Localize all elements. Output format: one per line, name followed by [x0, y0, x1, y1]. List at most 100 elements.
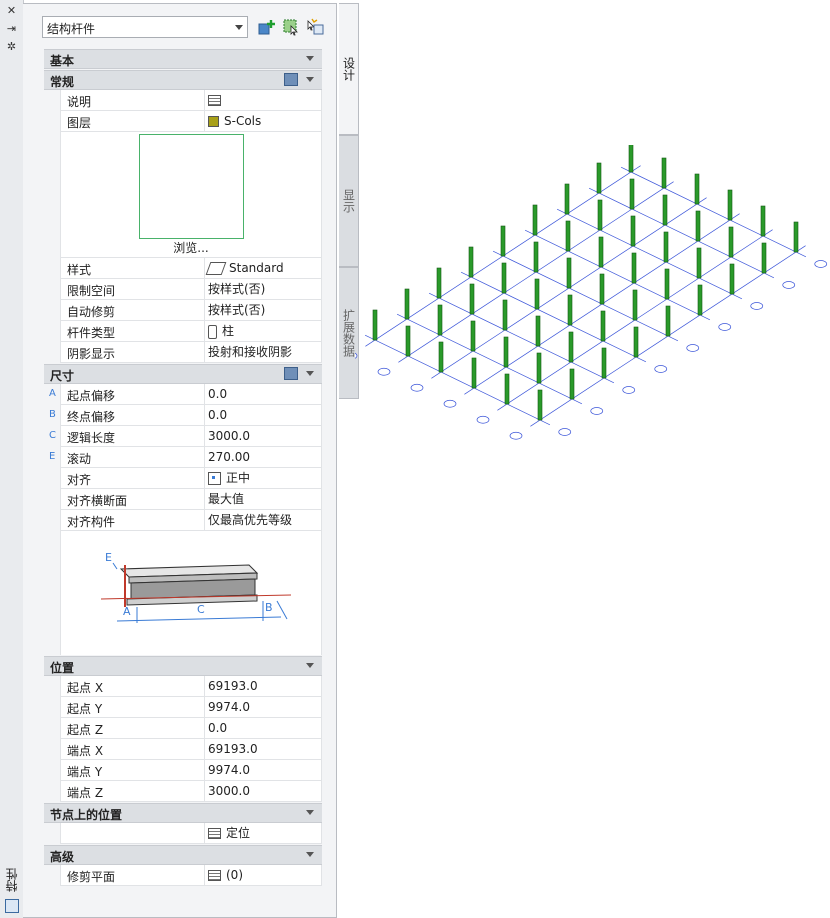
grid-line[interactable]: [588, 187, 775, 279]
grid-line[interactable]: [492, 250, 679, 342]
prop-justify-section[interactable]: 对齐横断面 最大值: [60, 489, 322, 510]
grid-bubble[interactable]: [718, 323, 732, 331]
grid-bubble[interactable]: [476, 415, 490, 424]
prop-roll[interactable]: E 滚动 270.00: [49, 447, 322, 468]
grid-bubble[interactable]: [750, 302, 764, 310]
grid-bubble[interactable]: [686, 344, 700, 352]
column-member[interactable]: [533, 241, 539, 273]
column-member[interactable]: [568, 331, 574, 363]
column-member[interactable]: [536, 352, 542, 384]
section-basic[interactable]: 基本: [44, 49, 322, 69]
prop-value[interactable]: (0): [204, 865, 243, 885]
column-member[interactable]: [567, 294, 573, 326]
prop-bound-spaces[interactable]: 限制空间 按样式(否): [60, 279, 322, 300]
grid-line[interactable]: [396, 313, 583, 405]
browse-link[interactable]: 浏览...: [61, 239, 321, 256]
grid-bubble[interactable]: [377, 367, 391, 376]
prop-start-y[interactable]: 起点 Y 9974.0: [60, 697, 322, 718]
prop-shadow[interactable]: 阴影显示 投射和接收阴影: [60, 342, 322, 363]
collapse-icon[interactable]: [306, 56, 314, 61]
column-member[interactable]: [761, 242, 767, 274]
column-member[interactable]: [662, 194, 668, 226]
column-member[interactable]: [760, 205, 766, 237]
prop-start-x[interactable]: 起点 X 69193.0: [60, 676, 322, 697]
column-member[interactable]: [695, 210, 701, 242]
column-member[interactable]: [696, 247, 702, 279]
column-member[interactable]: [502, 299, 508, 331]
grid-bubble[interactable]: [782, 281, 796, 289]
column-member[interactable]: [569, 368, 575, 400]
prop-value[interactable]: 柱: [204, 321, 234, 341]
prop-value[interactable]: 69193.0: [204, 676, 258, 696]
grid-bubble[interactable]: [509, 431, 523, 440]
grid-bubble[interactable]: [410, 383, 424, 392]
prop-end-y[interactable]: 端点 Y 9974.0: [60, 760, 322, 781]
prop-value[interactable]: 按样式(否): [204, 300, 265, 320]
prop-value[interactable]: 9974.0: [204, 697, 250, 717]
quick-properties-icon[interactable]: [284, 73, 298, 86]
column-member[interactable]: [504, 373, 510, 405]
grid-bubble[interactable]: [590, 407, 604, 415]
collapse-icon[interactable]: [306, 663, 314, 668]
table-icon[interactable]: [208, 870, 221, 881]
model-space-drawing[interactable]: [355, 145, 830, 450]
column-member[interactable]: [793, 221, 799, 253]
prop-value[interactable]: S-Cols: [204, 111, 261, 131]
column-member[interactable]: [631, 252, 637, 284]
prop-value[interactable]: 69193.0: [204, 739, 258, 759]
column-member[interactable]: [404, 288, 410, 320]
column-member[interactable]: [599, 273, 605, 305]
column-member[interactable]: [468, 246, 474, 278]
column-member[interactable]: [596, 162, 602, 194]
prop-value[interactable]: 9974.0: [204, 760, 250, 780]
column-member[interactable]: [661, 157, 667, 189]
column-member[interactable]: [598, 236, 604, 268]
column-member[interactable]: [469, 283, 475, 315]
column-member[interactable]: [438, 341, 444, 373]
prop-start-offset[interactable]: A 起点偏移 0.0: [49, 384, 322, 405]
column-member[interactable]: [665, 305, 671, 337]
collapse-icon[interactable]: [306, 852, 314, 857]
collapse-icon[interactable]: [306, 77, 314, 82]
table-icon[interactable]: [208, 95, 221, 106]
grid-line[interactable]: [364, 334, 551, 426]
object-type-select[interactable]: 结构杆件: [42, 16, 248, 38]
grid-line[interactable]: [428, 292, 615, 384]
section-location[interactable]: 位置: [44, 656, 322, 676]
prop-layer[interactable]: 图层 S-Cols: [60, 111, 322, 132]
grid-bubble[interactable]: [622, 386, 636, 394]
column-member[interactable]: [537, 389, 543, 421]
section-location-on-node[interactable]: 节点上的位置: [44, 803, 322, 823]
prop-member-type[interactable]: 杆件类型 柱: [60, 321, 322, 342]
close-icon[interactable]: ✕: [4, 4, 19, 18]
prop-start-z[interactable]: 起点 Z 0.0: [60, 718, 322, 739]
column-member[interactable]: [470, 320, 476, 352]
prop-logical-length[interactable]: C 逻辑长度 3000.0: [49, 426, 322, 447]
column-member[interactable]: [500, 225, 506, 257]
column-member[interactable]: [501, 262, 507, 294]
prop-style[interactable]: 样式 Standard: [60, 258, 322, 279]
collapse-icon[interactable]: [306, 371, 314, 376]
select-objects-icon[interactable]: [282, 18, 300, 36]
column-member[interactable]: [564, 183, 570, 215]
column-member[interactable]: [566, 257, 572, 289]
column-member[interactable]: [728, 226, 734, 258]
column-member[interactable]: [632, 289, 638, 321]
prop-value[interactable]: 270.00: [204, 447, 250, 467]
prop-value[interactable]: 0.0: [204, 405, 227, 425]
table-icon[interactable]: [208, 828, 221, 839]
column-member[interactable]: [600, 310, 606, 342]
grid-bubble[interactable]: [654, 365, 668, 373]
grid-line[interactable]: [620, 166, 807, 258]
column-member[interactable]: [534, 278, 540, 310]
prop-trim-planes[interactable]: 修剪平面 (0): [60, 865, 322, 886]
section-general[interactable]: 常规: [44, 70, 322, 90]
grid-line[interactable]: [460, 271, 647, 363]
grid-line[interactable]: [556, 208, 743, 300]
quick-properties-icon[interactable]: [284, 367, 298, 380]
properties-menu-icon[interactable]: ✲: [4, 40, 19, 54]
prop-value[interactable]: 0.0: [204, 718, 227, 738]
prop-auto-trim[interactable]: 自动修剪 按样式(否): [60, 300, 322, 321]
grid-line[interactable]: [524, 229, 711, 321]
collapse-icon[interactable]: [306, 810, 314, 815]
